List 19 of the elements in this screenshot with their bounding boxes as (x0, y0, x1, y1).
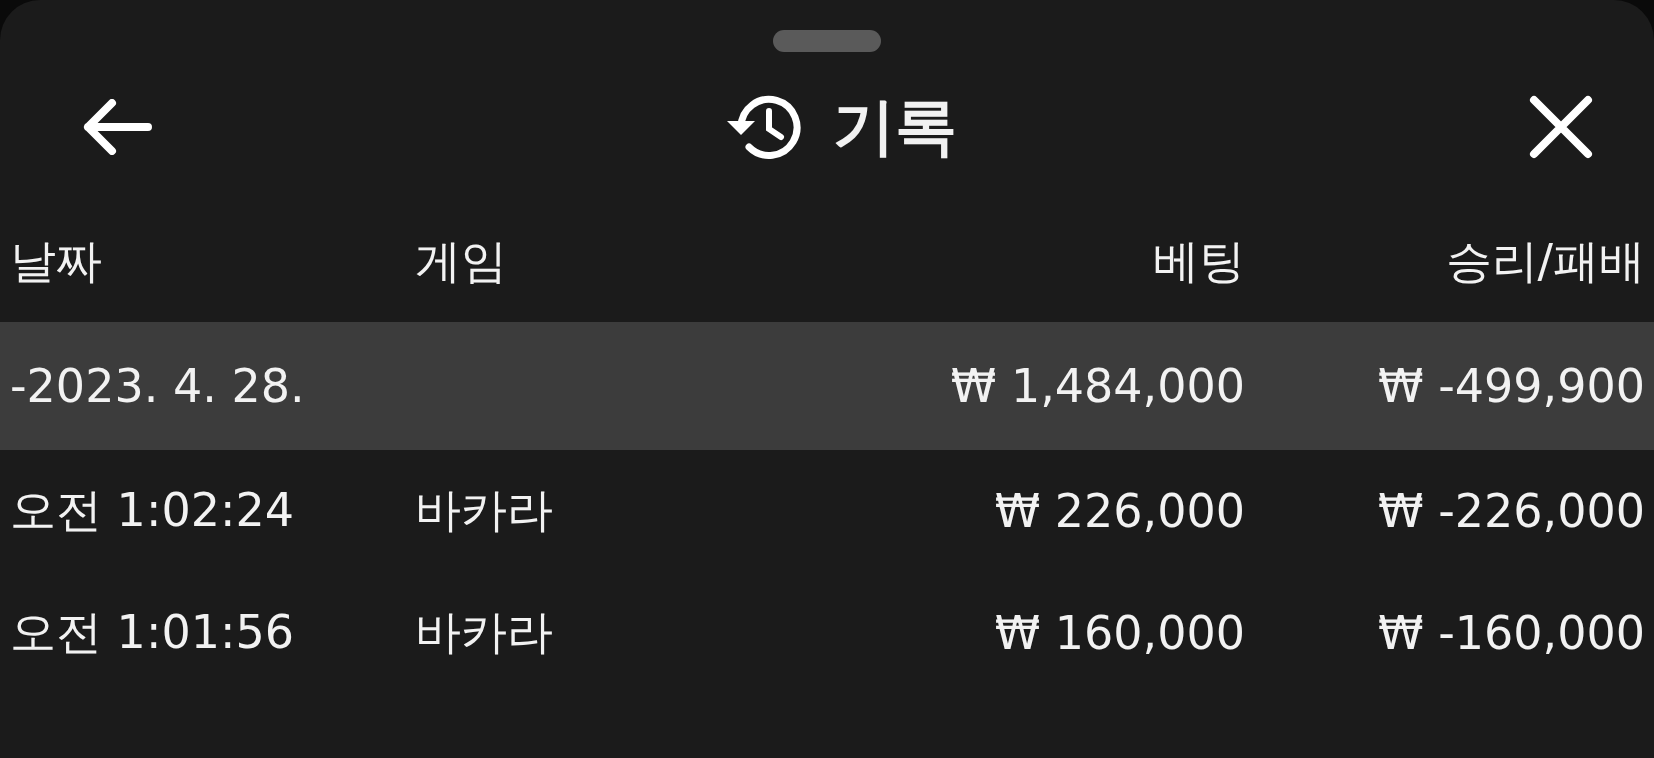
game-cell-text: 바카라 (415, 604, 554, 661)
column-header: 베팅 (1152, 233, 1245, 290)
column-header: 게임 (415, 233, 508, 290)
close-icon[interactable] (1528, 94, 1594, 160)
date-cell-text: -2023. 4. 28. (10, 359, 306, 413)
result-cell-text: ₩ -160,000 (1377, 606, 1645, 660)
time-cell-text: 오전 1:02:24 (10, 482, 295, 539)
column-header: 승리/패배 (1444, 233, 1645, 290)
drag-handle[interactable] (773, 30, 881, 52)
time-cell-text: 오전 1:01:56 (10, 604, 295, 661)
bet-cell-text: ₩ 160,000 (993, 606, 1245, 660)
sheet-title: 기록 (833, 89, 957, 165)
bet-cell-text: ₩ 1,484,000 (949, 359, 1245, 413)
game-cell-text: 바카라 (415, 482, 554, 539)
date-group-row[interactable]: -2023. 4. 28. ₩ 1,484,000 ₩ -499,900 (0, 322, 1654, 450)
result-cell-text: ₩ -499,900 (1377, 359, 1645, 413)
bet-cell-text: ₩ 226,000 (993, 484, 1245, 538)
column-header: 날짜 (10, 233, 103, 290)
result-cell-text: ₩ -226,000 (1377, 484, 1645, 538)
